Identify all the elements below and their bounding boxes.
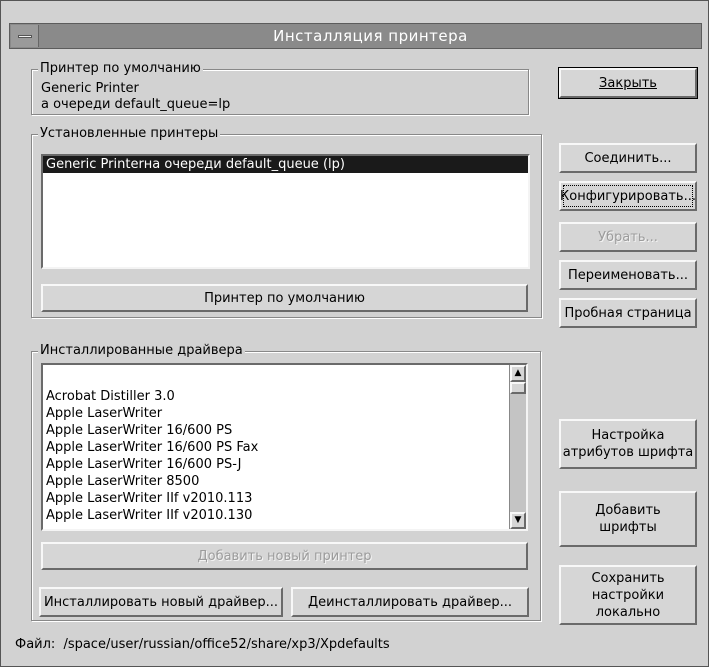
save-locally-button[interactable]: Сохранить настройки локально	[559, 565, 697, 625]
set-default-printer-button[interactable]: Принтер по умолчанию	[41, 284, 528, 312]
default-printer-legend: Принтер по умолчанию	[38, 61, 203, 76]
printer-list-item[interactable]: Generic Printerна очереди default_queue …	[43, 156, 528, 173]
installed-printers-legend: Установленные принтеры	[38, 126, 221, 141]
drivers-list-items: Acrobat Distiller 3.0 Apple LaserWriter …	[43, 365, 509, 529]
uninstall-driver-button[interactable]: Деинсталлировать драйвер...	[291, 587, 529, 617]
driver-list-item[interactable]: Apple LaserWriter 16/600 PS	[43, 422, 509, 439]
font-attributes-button[interactable]: Настройка атрибутов шрифта	[559, 419, 697, 469]
close-button[interactable]: Закрыть	[558, 67, 698, 99]
driver-list-item[interactable]	[43, 367, 509, 388]
driver-list-item[interactable]: Acrobat Distiller 3.0	[43, 388, 509, 405]
driver-list-item[interactable]: Apple LaserWriter IIf v2010.130	[43, 507, 509, 524]
add-printer-button[interactable]: Добавить новый принтер	[41, 542, 528, 570]
scroll-down-arrow-icon[interactable]: ▼	[510, 512, 526, 529]
default-printer-name: Generic Printer	[41, 81, 139, 96]
driver-list-item[interactable]: Apple LaserWriter	[43, 405, 509, 422]
installed-drivers-legend: Инсталлированные драйвера	[38, 343, 245, 358]
file-path-status: Файл: /space/user/russian/office52/share…	[15, 637, 390, 652]
driver-list-item[interactable]: Apple LaserWriter 16/600 PS Fax	[43, 439, 509, 456]
scroll-up-arrow-icon[interactable]: ▲	[510, 365, 526, 382]
printer-setup-window: Инсталляция принтера Принтер по умолчани…	[0, 0, 709, 667]
window-menu-button[interactable]	[11, 25, 39, 47]
file-label: Файл:	[15, 637, 56, 652]
window-title: Инсталляция принтера	[273, 27, 468, 45]
install-driver-button[interactable]: Инсталлировать новый драйвер...	[39, 587, 283, 617]
scrollbar-thumb[interactable]	[510, 382, 526, 394]
installed-printers-list[interactable]: Generic Printerна очереди default_queue …	[41, 154, 530, 269]
connect-button[interactable]: Соединить...	[559, 143, 697, 173]
default-printer-queue: а очереди default_queue=lp	[41, 97, 231, 112]
drivers-scrollbar[interactable]: ▲ ▼	[509, 365, 526, 529]
file-path: /space/user/russian/office52/share/xp3/X…	[63, 637, 390, 652]
driver-list-item[interactable]: Apple LaserWriter 16/600 PS-J	[43, 456, 509, 473]
rename-button[interactable]: Переименовать...	[559, 260, 697, 290]
close-button-label: Закрыть	[599, 75, 657, 91]
test-page-button[interactable]: Пробная страница	[559, 298, 697, 328]
installed-drivers-list[interactable]: Acrobat Distiller 3.0 Apple LaserWriter …	[41, 363, 528, 531]
driver-list-item[interactable]: Apple LaserWriter IIf v2010.113	[43, 490, 509, 507]
remove-button[interactable]: Убрать...	[559, 222, 697, 252]
window-menu-icon	[18, 35, 32, 38]
configure-button[interactable]: Конфигурировать...	[559, 181, 697, 211]
driver-list-item[interactable]: Apple LaserWriter 8500	[43, 473, 509, 490]
default-printer-group: Принтер по умолчанию Generic Printer а о…	[31, 61, 529, 115]
title-bar[interactable]: Инсталляция принтера	[9, 23, 702, 49]
add-fonts-button[interactable]: Добавить шрифты	[559, 491, 697, 547]
